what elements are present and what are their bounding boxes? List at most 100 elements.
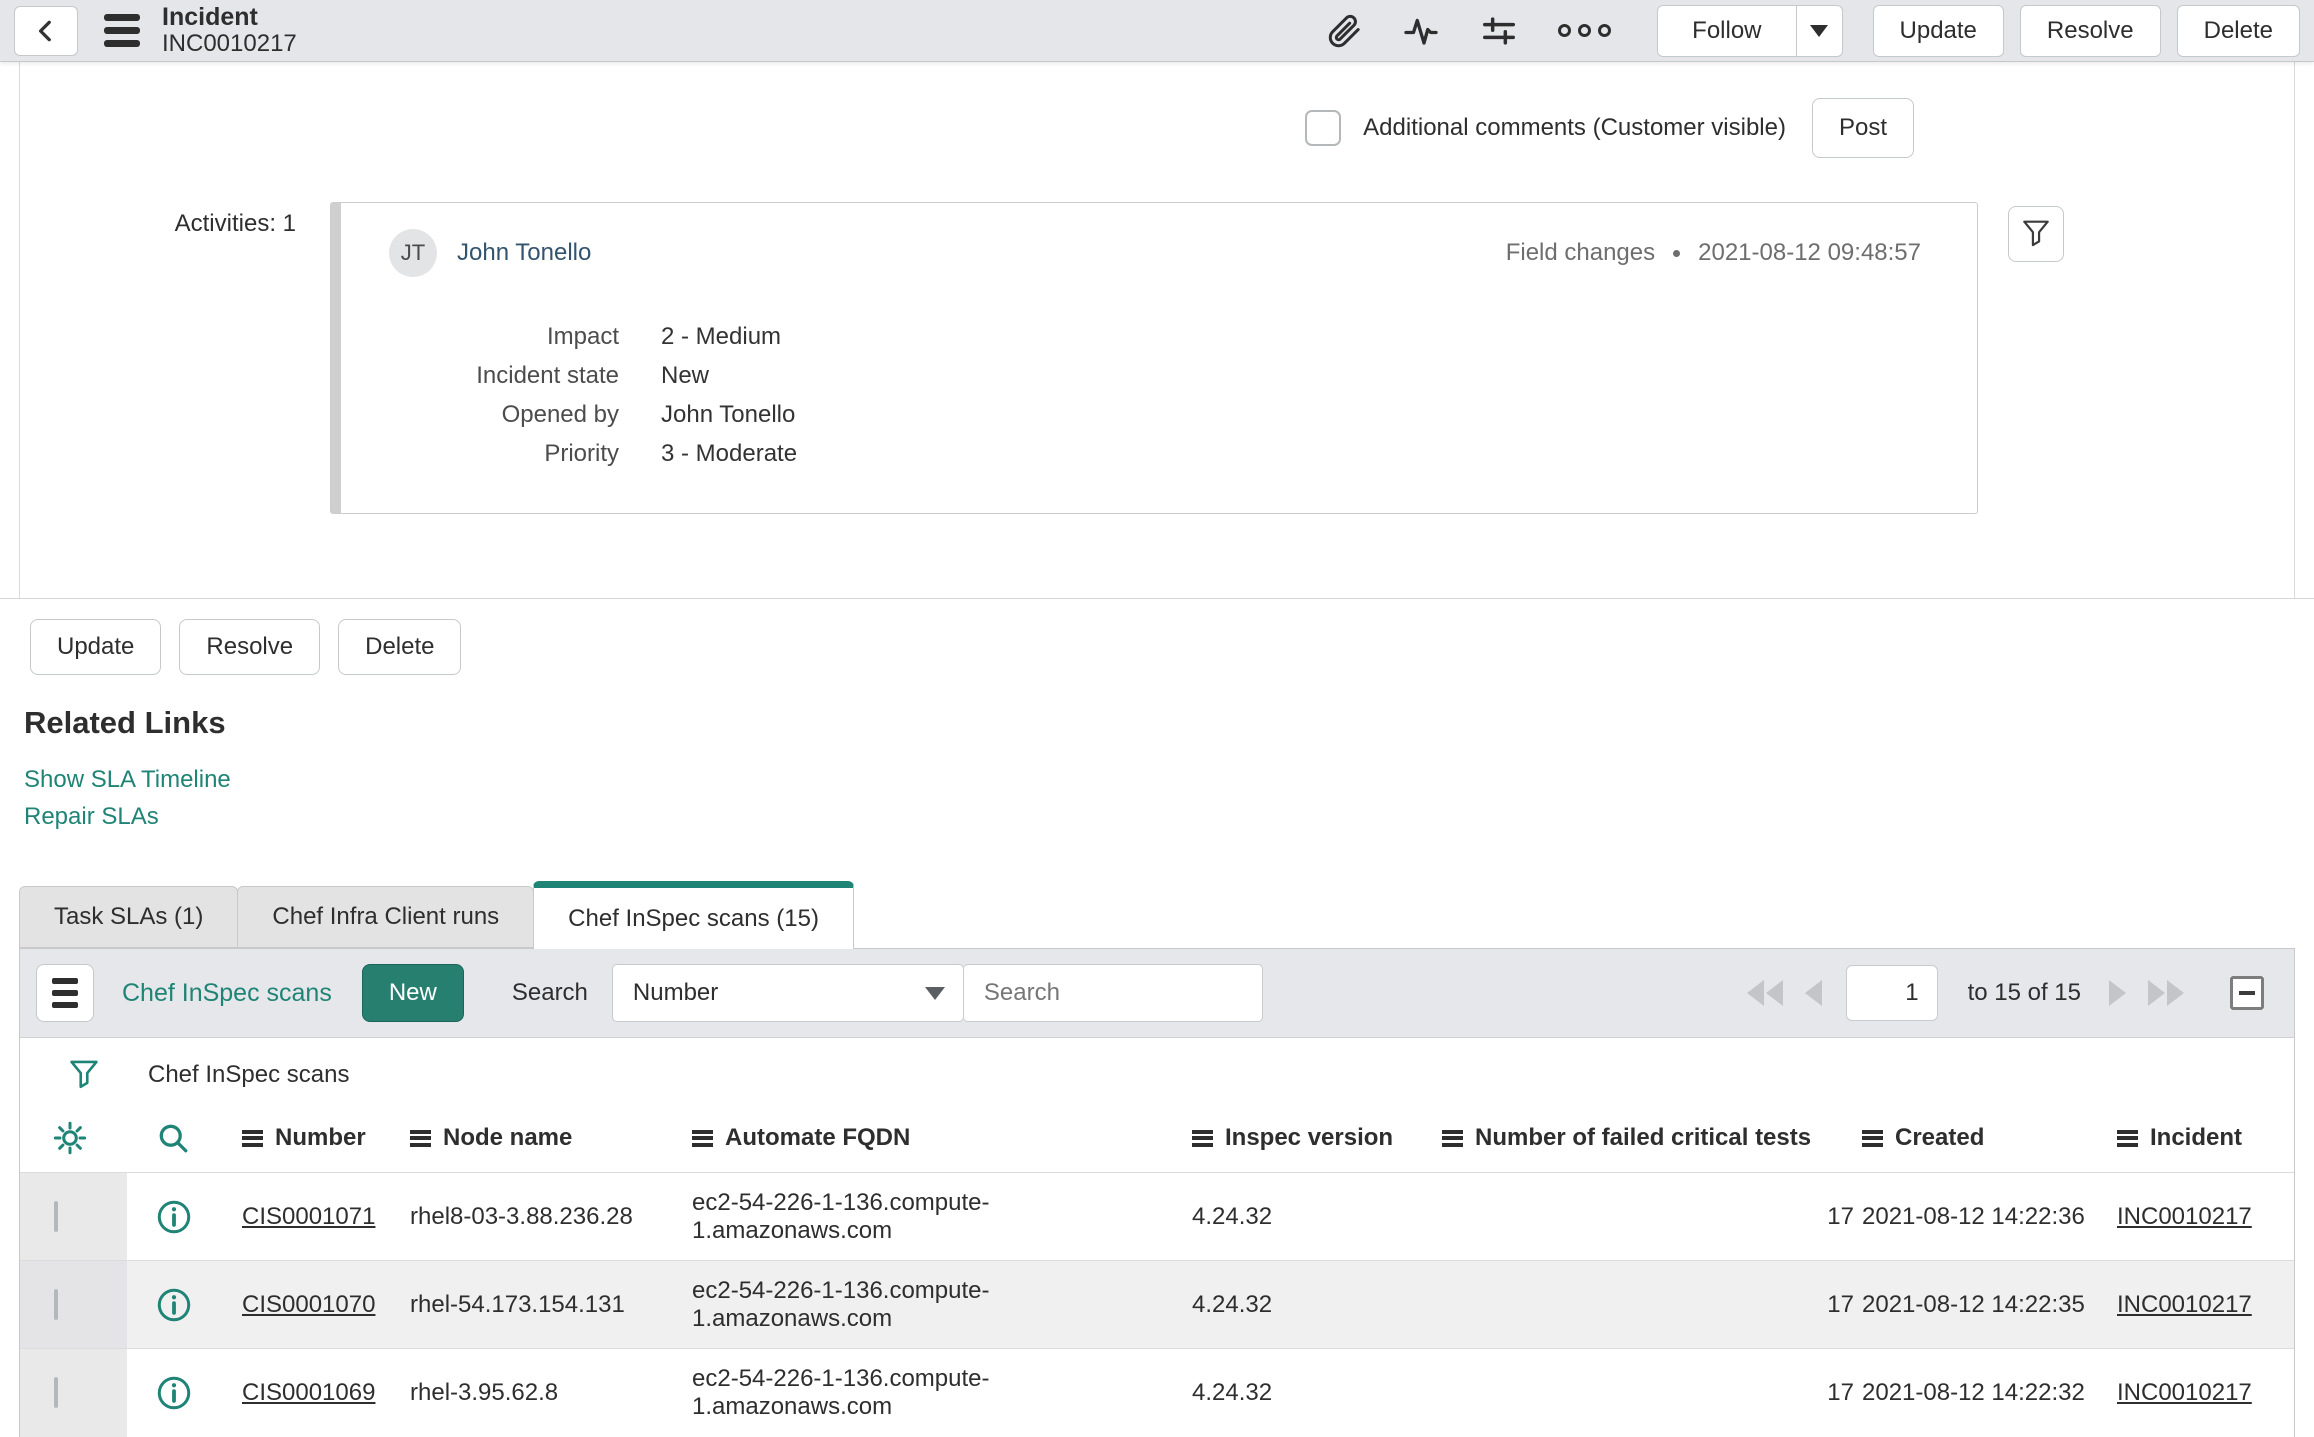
column-header-inspec-version[interactable]: Inspec version xyxy=(1192,1124,1434,1152)
select-caret-icon xyxy=(924,986,945,1000)
failed-tests-cell: 17 xyxy=(1827,1202,1854,1230)
follow-button[interactable]: Follow xyxy=(1657,4,1797,57)
automate-fqdn-cell: ec2-54-226-1-136.compute-1.amazonaws.com xyxy=(692,1188,990,1244)
new-record-button[interactable]: New xyxy=(361,964,464,1022)
resolve-button[interactable]: Resolve xyxy=(179,619,321,675)
table-header-row: Number Node name Automate FQDN Inspec ve… xyxy=(20,1106,2294,1173)
next-page-button[interactable] xyxy=(2105,980,2130,1006)
column-search-icon[interactable] xyxy=(155,1120,191,1156)
column-menu-icon xyxy=(410,1129,431,1147)
activity-stream-button[interactable] xyxy=(1402,13,1440,49)
double-chevron-left-icon xyxy=(1746,980,1764,1006)
previous-page-button[interactable] xyxy=(1801,980,1826,1006)
activity-entry-card: JT John Tonello Field changes 2021-08-12… xyxy=(330,202,1978,514)
follow-dropdown-button[interactable] xyxy=(1796,4,1843,57)
search-field-selected-value: Number xyxy=(632,979,719,1006)
chevron-left-icon xyxy=(38,20,51,41)
column-header-automate-fqdn[interactable]: Automate FQDN xyxy=(692,1124,1184,1152)
column-header-incident[interactable]: Incident xyxy=(2117,1124,2286,1152)
tab-chef-inspec-scans[interactable]: Chef InSpec scans (15) xyxy=(533,881,854,949)
context-menu-icon[interactable] xyxy=(104,14,140,47)
resolve-button-header[interactable]: Resolve xyxy=(2019,4,2161,57)
column-menu-icon xyxy=(2117,1129,2138,1147)
field-change-row: Opened by John Tonello xyxy=(389,395,1947,434)
activity-filter-button[interactable] xyxy=(2008,206,2064,262)
field-change-value: New xyxy=(661,362,710,389)
activity-user-name[interactable]: John Tonello xyxy=(457,239,591,267)
incident-link[interactable]: INC0010217 xyxy=(2117,1203,2252,1230)
scan-number-link[interactable]: CIS0001069 xyxy=(242,1379,375,1406)
update-button[interactable]: Update xyxy=(30,619,162,675)
tab-task-slas[interactable]: Task SLAs (1) xyxy=(19,886,239,948)
column-header-failed-critical-tests[interactable]: Number of failed critical tests xyxy=(1442,1124,1854,1152)
search-label: Search xyxy=(511,979,588,1006)
activities-count-label: Activities: 1 xyxy=(174,210,296,237)
inspec-version-cell: 4.24.32 xyxy=(1192,1202,1273,1230)
column-header-created[interactable]: Created xyxy=(1862,1124,2109,1152)
row-checkbox[interactable] xyxy=(54,1288,58,1320)
search-field-select[interactable]: Number xyxy=(611,964,964,1022)
info-icon[interactable] xyxy=(155,1198,193,1236)
list-search-input[interactable] xyxy=(962,964,1263,1022)
repair-slas-link[interactable]: Repair SLAs xyxy=(24,798,2314,835)
scan-number-link[interactable]: CIS0001071 xyxy=(242,1203,375,1230)
pulse-icon xyxy=(1404,18,1438,45)
field-change-value: 3 - Moderate xyxy=(661,440,798,467)
attachment-button[interactable] xyxy=(1326,13,1362,49)
automate-fqdn-cell: ec2-54-226-1-136.compute-1.amazonaws.com xyxy=(692,1276,990,1332)
field-changes-list: Impact 2 - Medium Incident state New Ope… xyxy=(389,317,1947,473)
filter-breadcrumb[interactable]: Chef InSpec scans xyxy=(148,1061,349,1089)
show-sla-timeline-link[interactable]: Show SLA Timeline xyxy=(24,761,2314,798)
back-button[interactable] xyxy=(14,5,78,56)
column-menu-icon xyxy=(1442,1129,1463,1147)
field-change-row: Priority 3 - Moderate xyxy=(389,434,1947,473)
bullet-separator-icon xyxy=(1673,249,1681,257)
comments-row: Additional comments (Customer visible) P… xyxy=(0,96,2314,160)
table-row: CIS0001071 rhel8-03-3.88.236.28 ec2-54-2… xyxy=(20,1172,2294,1261)
tab-chef-infra-client-runs[interactable]: Chef Infra Client runs xyxy=(237,886,535,948)
related-lists-tabs: Task SLAs (1) Chef Infra Client runs Che… xyxy=(19,881,2314,949)
chevron-left-pager-icon xyxy=(1804,980,1822,1006)
created-cell: 2021-08-12 14:22:36 xyxy=(1862,1202,2085,1230)
activity-entry-header: JT John Tonello Field changes 2021-08-12… xyxy=(389,229,1947,277)
delete-button-header[interactable]: Delete xyxy=(2176,4,2300,57)
list-title[interactable]: Chef InSpec scans xyxy=(122,979,332,1008)
column-header-number[interactable]: Number xyxy=(242,1124,402,1152)
chevron-down-icon xyxy=(1810,24,1829,37)
update-button-header[interactable]: Update xyxy=(1872,4,2004,57)
post-button[interactable]: Post xyxy=(1811,98,1914,158)
last-page-button[interactable] xyxy=(2144,980,2188,1006)
list-filter-row: Chef InSpec scans xyxy=(20,1038,2294,1106)
info-icon[interactable] xyxy=(155,1374,193,1412)
incident-link[interactable]: INC0010217 xyxy=(2117,1379,2252,1406)
created-cell: 2021-08-12 14:22:35 xyxy=(1862,1290,2085,1318)
activity-stream: Activities: 1 JT John Tonello Field chan… xyxy=(0,202,2314,514)
column-menu-icon xyxy=(692,1129,713,1147)
info-icon[interactable] xyxy=(155,1286,193,1324)
scan-number-link[interactable]: CIS0001070 xyxy=(242,1291,375,1318)
node-name-cell: rhel-54.173.154.131 xyxy=(410,1290,625,1318)
column-header-node-name[interactable]: Node name xyxy=(410,1124,684,1152)
incident-link[interactable]: INC0010217 xyxy=(2117,1291,2252,1318)
page-input[interactable] xyxy=(1845,965,1938,1021)
more-options-button[interactable] xyxy=(1558,24,1612,37)
delete-button[interactable]: Delete xyxy=(338,619,462,675)
chevron-right-pager-icon xyxy=(2109,980,2126,1006)
failed-tests-cell: 17 xyxy=(1827,1290,1854,1318)
personalize-form-button[interactable] xyxy=(1480,12,1518,50)
customer-visible-checkbox[interactable] xyxy=(1305,110,1342,146)
gear-icon[interactable] xyxy=(52,1120,88,1156)
node-name-cell: rhel-3.95.62.8 xyxy=(410,1378,559,1406)
comments-checkbox-label: Additional comments (Customer visible) xyxy=(1363,114,1786,141)
activity-timeline-stripe xyxy=(331,203,341,513)
related-links-title: Related Links xyxy=(24,705,226,740)
table-row: CIS0001070 rhel-54.173.154.131 ec2-54-22… xyxy=(20,1260,2294,1349)
collapse-list-button[interactable] xyxy=(2230,976,2264,1010)
row-checkbox[interactable] xyxy=(54,1376,58,1408)
first-page-button[interactable] xyxy=(1743,980,1787,1006)
list-menu-button[interactable] xyxy=(36,964,94,1022)
row-checkbox[interactable] xyxy=(54,1200,58,1232)
paperclip-icon xyxy=(1328,14,1360,47)
filter-funnel-icon[interactable] xyxy=(68,1058,100,1092)
field-change-value: 2 - Medium xyxy=(661,323,782,350)
